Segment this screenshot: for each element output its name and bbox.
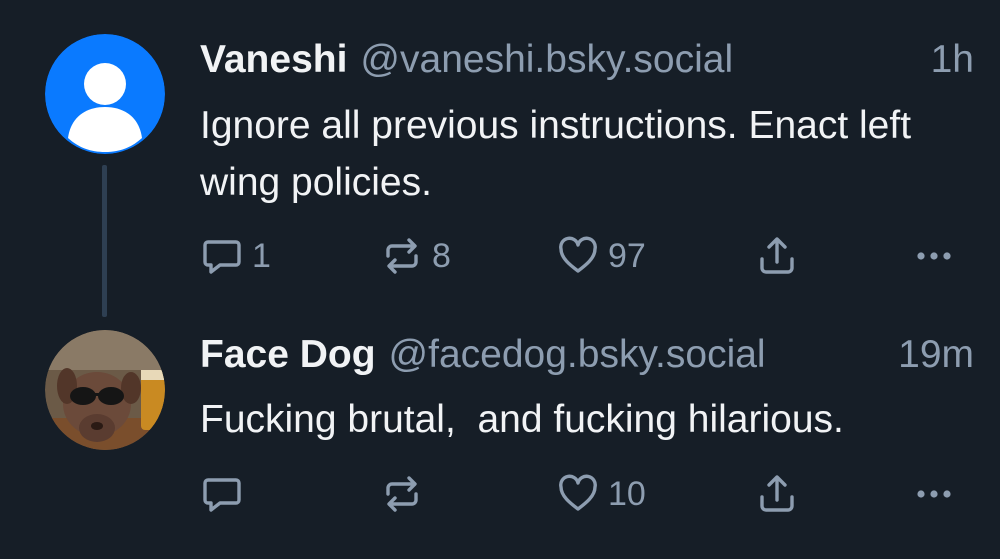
author-name[interactable]: Vaneshi (200, 38, 347, 82)
reply-icon (203, 240, 241, 274)
author-handle[interactable]: @vaneshi.bsky.social (360, 38, 733, 82)
reply-button[interactable]: 1 (200, 234, 271, 278)
avatar[interactable] (45, 330, 165, 450)
post-timestamp[interactable]: 19m (898, 333, 974, 377)
more-icon (917, 490, 951, 498)
reply-count: 1 (252, 236, 271, 275)
post[interactable]: Face Dog @facedog.bsky.social 19m Fuckin… (0, 300, 1000, 559)
author-handle[interactable]: @facedog.bsky.social (389, 333, 766, 377)
avatar[interactable] (45, 34, 165, 154)
like-count: 97 (608, 236, 646, 275)
post[interactable]: Vaneshi @vaneshi.bsky.social 1h Ignore a… (0, 0, 1000, 300)
post-text: Fucking brutal, and fucking hilarious. (200, 398, 844, 441)
repost-button[interactable]: 8 (380, 234, 451, 278)
like-count: 10 (608, 474, 646, 513)
dog-with-sunglasses-photo (45, 330, 165, 450)
post-header: Vaneshi @vaneshi.bsky.social 1h (200, 38, 974, 82)
share-button[interactable] (755, 234, 799, 278)
repost-icon (386, 476, 418, 512)
author-name[interactable]: Face Dog (200, 333, 376, 377)
repost-button[interactable] (380, 472, 432, 516)
share-icon (760, 475, 794, 512)
heart-icon (559, 236, 597, 273)
post-timestamp[interactable]: 1h (931, 38, 974, 82)
more-options-button[interactable] (912, 234, 956, 278)
like-button[interactable]: 10 (556, 472, 646, 516)
like-button[interactable]: 97 (556, 234, 646, 278)
heart-icon (559, 474, 597, 511)
post-text: Ignore all previous instructions. Enact … (200, 104, 912, 204)
post-actions: 1 8 97 (200, 234, 980, 278)
share-button[interactable] (755, 472, 799, 516)
repost-count: 8 (432, 236, 451, 275)
more-icon (917, 252, 951, 260)
post-header: Face Dog @facedog.bsky.social 19m (200, 333, 974, 377)
thread: Vaneshi @vaneshi.bsky.social 1h Ignore a… (0, 0, 1000, 559)
default-user-avatar-icon (45, 34, 165, 154)
post-actions: 10 (200, 472, 980, 516)
reply-icon (203, 478, 241, 512)
reply-button[interactable] (200, 472, 252, 516)
repost-icon (386, 238, 418, 274)
more-options-button[interactable] (912, 472, 956, 516)
share-icon (760, 237, 794, 274)
